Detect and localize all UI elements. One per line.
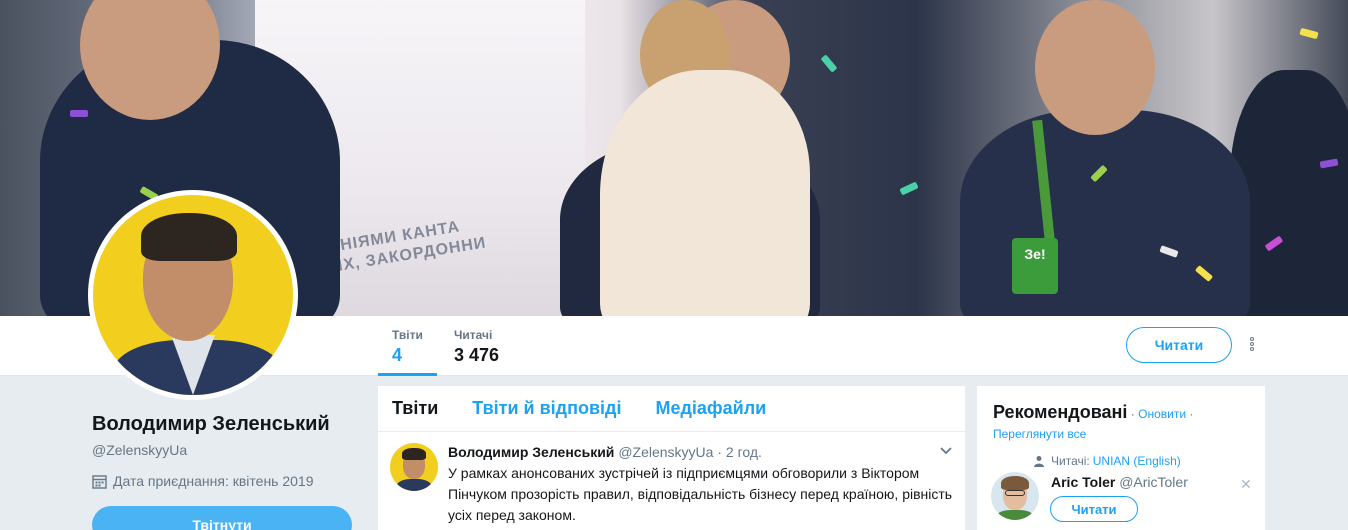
timeline-tabs: Твіти Твіти й відповіді Медіафайли xyxy=(378,386,965,432)
banner-confetti xyxy=(820,54,838,73)
suggested-follow-button[interactable]: Читати xyxy=(1050,496,1138,522)
tweet-author-handle[interactable]: @ZelenskyyUa xyxy=(618,444,713,460)
banner-person-right xyxy=(960,110,1250,316)
refresh-link[interactable]: Оновити xyxy=(1138,407,1186,421)
tweet-author-name[interactable]: Володимир Зеленський xyxy=(448,444,614,460)
profile-avatar[interactable] xyxy=(88,190,298,400)
follow-context: Читачі: UNIAN (English) xyxy=(1033,454,1181,468)
person-icon xyxy=(1034,456,1044,467)
profile-joined: Дата приєднання: квітень 2019 xyxy=(92,473,314,489)
stat-tweets[interactable]: Твіти 4 xyxy=(378,328,437,376)
banner-head-right xyxy=(1035,0,1155,135)
calendar-icon xyxy=(92,474,107,489)
stat-followers-value: 3 476 xyxy=(454,345,500,365)
stat-tweets-label: Твіти xyxy=(392,328,423,342)
more-options-icon[interactable] xyxy=(1244,336,1260,356)
tweet-text: У рамках анонсованих зустрічей із підпри… xyxy=(448,465,953,523)
tweet-to-button[interactable]: Твітнути xyxy=(92,506,352,530)
who-to-follow-title: Рекомендовані xyxy=(993,402,1128,422)
banner-confetti xyxy=(1299,27,1319,40)
chevron-down-icon[interactable] xyxy=(939,444,953,458)
banner-confetti xyxy=(899,181,919,196)
suggested-user-avatar[interactable] xyxy=(991,472,1039,520)
who-to-follow: Рекомендовані · Оновити · Переглянути вс… xyxy=(977,386,1265,530)
profile-handle[interactable]: @ZelenskyyUa xyxy=(92,442,187,458)
tweet-item[interactable]: Володимир Зеленський @ZelenskyyUa · 2 го… xyxy=(378,432,965,530)
banner-badge: Зе! xyxy=(1012,238,1058,294)
tab-media[interactable]: Медіафайли xyxy=(655,398,766,419)
view-all-link[interactable]: Переглянути все xyxy=(993,427,1086,441)
stat-followers-label: Читачі xyxy=(454,328,493,342)
stat-tweets-value: 4 xyxy=(392,345,403,365)
suggested-user-handle: @AricToler xyxy=(1119,474,1188,490)
banner-confetti xyxy=(70,110,88,117)
tab-tweets[interactable]: Твіти xyxy=(392,398,438,419)
tab-tweets-replies[interactable]: Твіти й відповіді xyxy=(472,398,621,419)
stat-followers[interactable]: Читачі 3 476 xyxy=(440,328,513,376)
joined-text: Дата приєднання: квітень 2019 xyxy=(113,473,314,489)
tweet-timestamp[interactable]: · 2 год. xyxy=(717,444,762,460)
profile-name[interactable]: Володимир Зеленський xyxy=(92,413,330,436)
follow-button[interactable]: Читати xyxy=(1126,327,1232,363)
suggested-user-name[interactable]: Aric Toler xyxy=(1051,474,1115,490)
banner-coat xyxy=(600,70,810,316)
avatar-image xyxy=(93,195,293,395)
tweet-header: Володимир Зеленський @ZelenskyyUa · 2 го… xyxy=(448,442,951,462)
timeline: Твіти Твіти й відповіді Медіафайли Волод… xyxy=(378,386,965,530)
suggested-user: Aric Toler @AricToler xyxy=(1051,474,1188,490)
context-user-link[interactable]: UNIAN (English) xyxy=(1093,454,1181,468)
close-icon[interactable]: ✕ xyxy=(1240,476,1252,493)
tweet-avatar[interactable] xyxy=(390,443,438,491)
